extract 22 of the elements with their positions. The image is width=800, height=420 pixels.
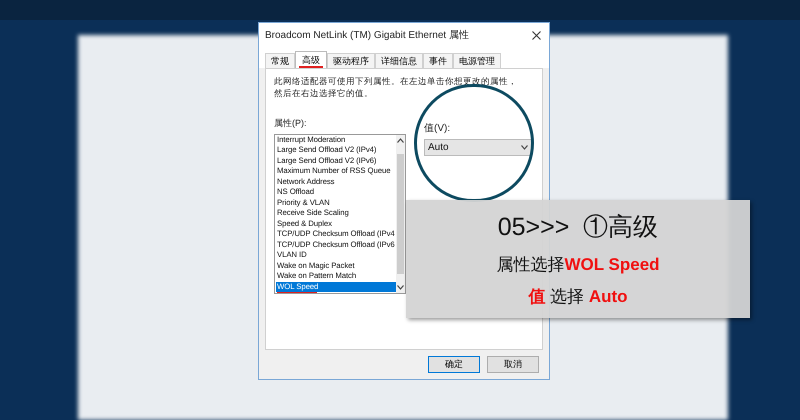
close-icon[interactable] — [532, 30, 541, 40]
scroll-down-icon[interactable] — [397, 284, 404, 290]
value-dropdown[interactable]: Auto — [424, 139, 532, 156]
scrollbar[interactable] — [396, 134, 405, 292]
scroll-up-icon[interactable] — [397, 138, 404, 142]
dialog-button[interactable]: 确定 — [428, 356, 480, 373]
property-label: 属性(P): — [274, 117, 308, 130]
window-title: Broadcom NetLink (TM) Gigabit Ethernet 属性 — [265, 28, 469, 42]
value-label: 值(V): — [424, 122, 452, 136]
caption-text: 05>>> ①高级 — [498, 212, 658, 243]
scroll-thumb[interactable] — [397, 154, 404, 274]
caret-icon[interactable] — [521, 145, 528, 150]
tab[interactable]: 驱动程序 — [327, 53, 375, 68]
tab[interactable]: 高级 — [295, 51, 327, 68]
underline-mark — [299, 66, 323, 68]
dialog-button[interactable]: 取消 — [487, 356, 539, 373]
tab[interactable]: 事件 — [423, 53, 453, 68]
caption-text: 值 选择 Auto — [528, 286, 628, 308]
tab[interactable]: 常规 — [265, 53, 295, 68]
tab[interactable]: 电源管理 — [453, 53, 501, 68]
caption-text: 属性选择WOL Speed — [496, 254, 660, 276]
tab[interactable]: 详细信息 — [375, 53, 423, 68]
